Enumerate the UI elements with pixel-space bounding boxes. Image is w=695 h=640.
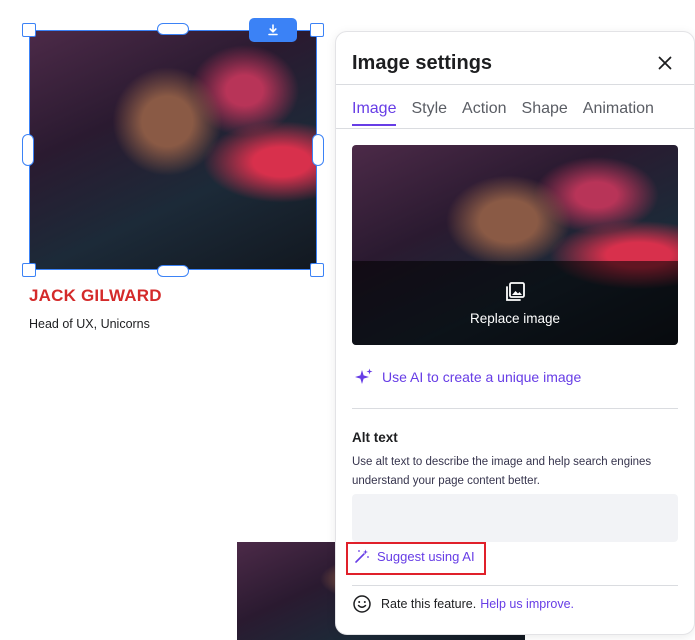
tab-style[interactable]: Style bbox=[411, 100, 447, 126]
image-settings-panel: Image settings Image Style Action Shape … bbox=[335, 31, 695, 635]
rate-feature-row: Rate this feature. Help us improve. bbox=[352, 594, 574, 614]
image-gallery-icon bbox=[506, 281, 525, 301]
sparkle-icon bbox=[355, 368, 373, 384]
resize-handle-left[interactable] bbox=[22, 134, 34, 166]
tab-action[interactable]: Action bbox=[462, 100, 506, 126]
ai-create-image-label: Use AI to create a unique image bbox=[382, 369, 582, 385]
alt-text-input[interactable] bbox=[352, 494, 678, 542]
tab-animation[interactable]: Animation bbox=[583, 100, 654, 126]
suggest-using-ai-button[interactable]: Suggest using AI bbox=[354, 548, 475, 564]
resize-handle-bottom[interactable] bbox=[157, 265, 189, 277]
tab-shape[interactable]: Shape bbox=[522, 100, 568, 126]
resize-handle-top[interactable] bbox=[157, 23, 189, 35]
tabs-divider bbox=[336, 128, 694, 129]
person-name[interactable]: JACK GILWARD bbox=[29, 286, 162, 306]
alt-text-title: Alt text bbox=[352, 430, 398, 445]
close-button[interactable] bbox=[652, 50, 678, 76]
close-icon bbox=[658, 56, 672, 70]
resize-handle-top-right[interactable] bbox=[310, 23, 324, 37]
magic-wand-icon bbox=[355, 549, 369, 563]
panel-title: Image settings bbox=[352, 52, 493, 74]
settings-tabs: Image Style Action Shape Animation bbox=[352, 100, 669, 126]
download-button[interactable] bbox=[249, 18, 297, 42]
rate-feature-text: Rate this feature. bbox=[381, 597, 477, 611]
resize-handle-top-left[interactable] bbox=[22, 23, 36, 37]
suggest-using-ai-label: Suggest using AI bbox=[377, 548, 475, 564]
person-role[interactable]: Head of UX, Unicorns bbox=[29, 317, 150, 331]
selected-image[interactable] bbox=[29, 30, 317, 270]
download-icon bbox=[268, 24, 278, 36]
resize-handle-bottom-left[interactable] bbox=[22, 263, 36, 277]
tab-image[interactable]: Image bbox=[352, 100, 397, 126]
ai-create-image-link[interactable]: Use AI to create a unique image bbox=[354, 367, 581, 387]
section-divider bbox=[352, 408, 678, 409]
smiley-icon bbox=[353, 595, 371, 613]
help-us-improve-link[interactable]: Help us improve. bbox=[480, 597, 574, 611]
image-preview: Replace image bbox=[352, 145, 678, 345]
header-divider bbox=[336, 84, 694, 85]
resize-handle-bottom-right[interactable] bbox=[310, 263, 324, 277]
resize-handle-right[interactable] bbox=[312, 134, 324, 166]
replace-image-label: Replace image bbox=[469, 310, 561, 326]
alt-text-description: Use alt text to describe the image and h… bbox=[352, 456, 652, 487]
replace-image-button[interactable]: Replace image bbox=[352, 261, 678, 345]
footer-divider bbox=[352, 585, 678, 586]
